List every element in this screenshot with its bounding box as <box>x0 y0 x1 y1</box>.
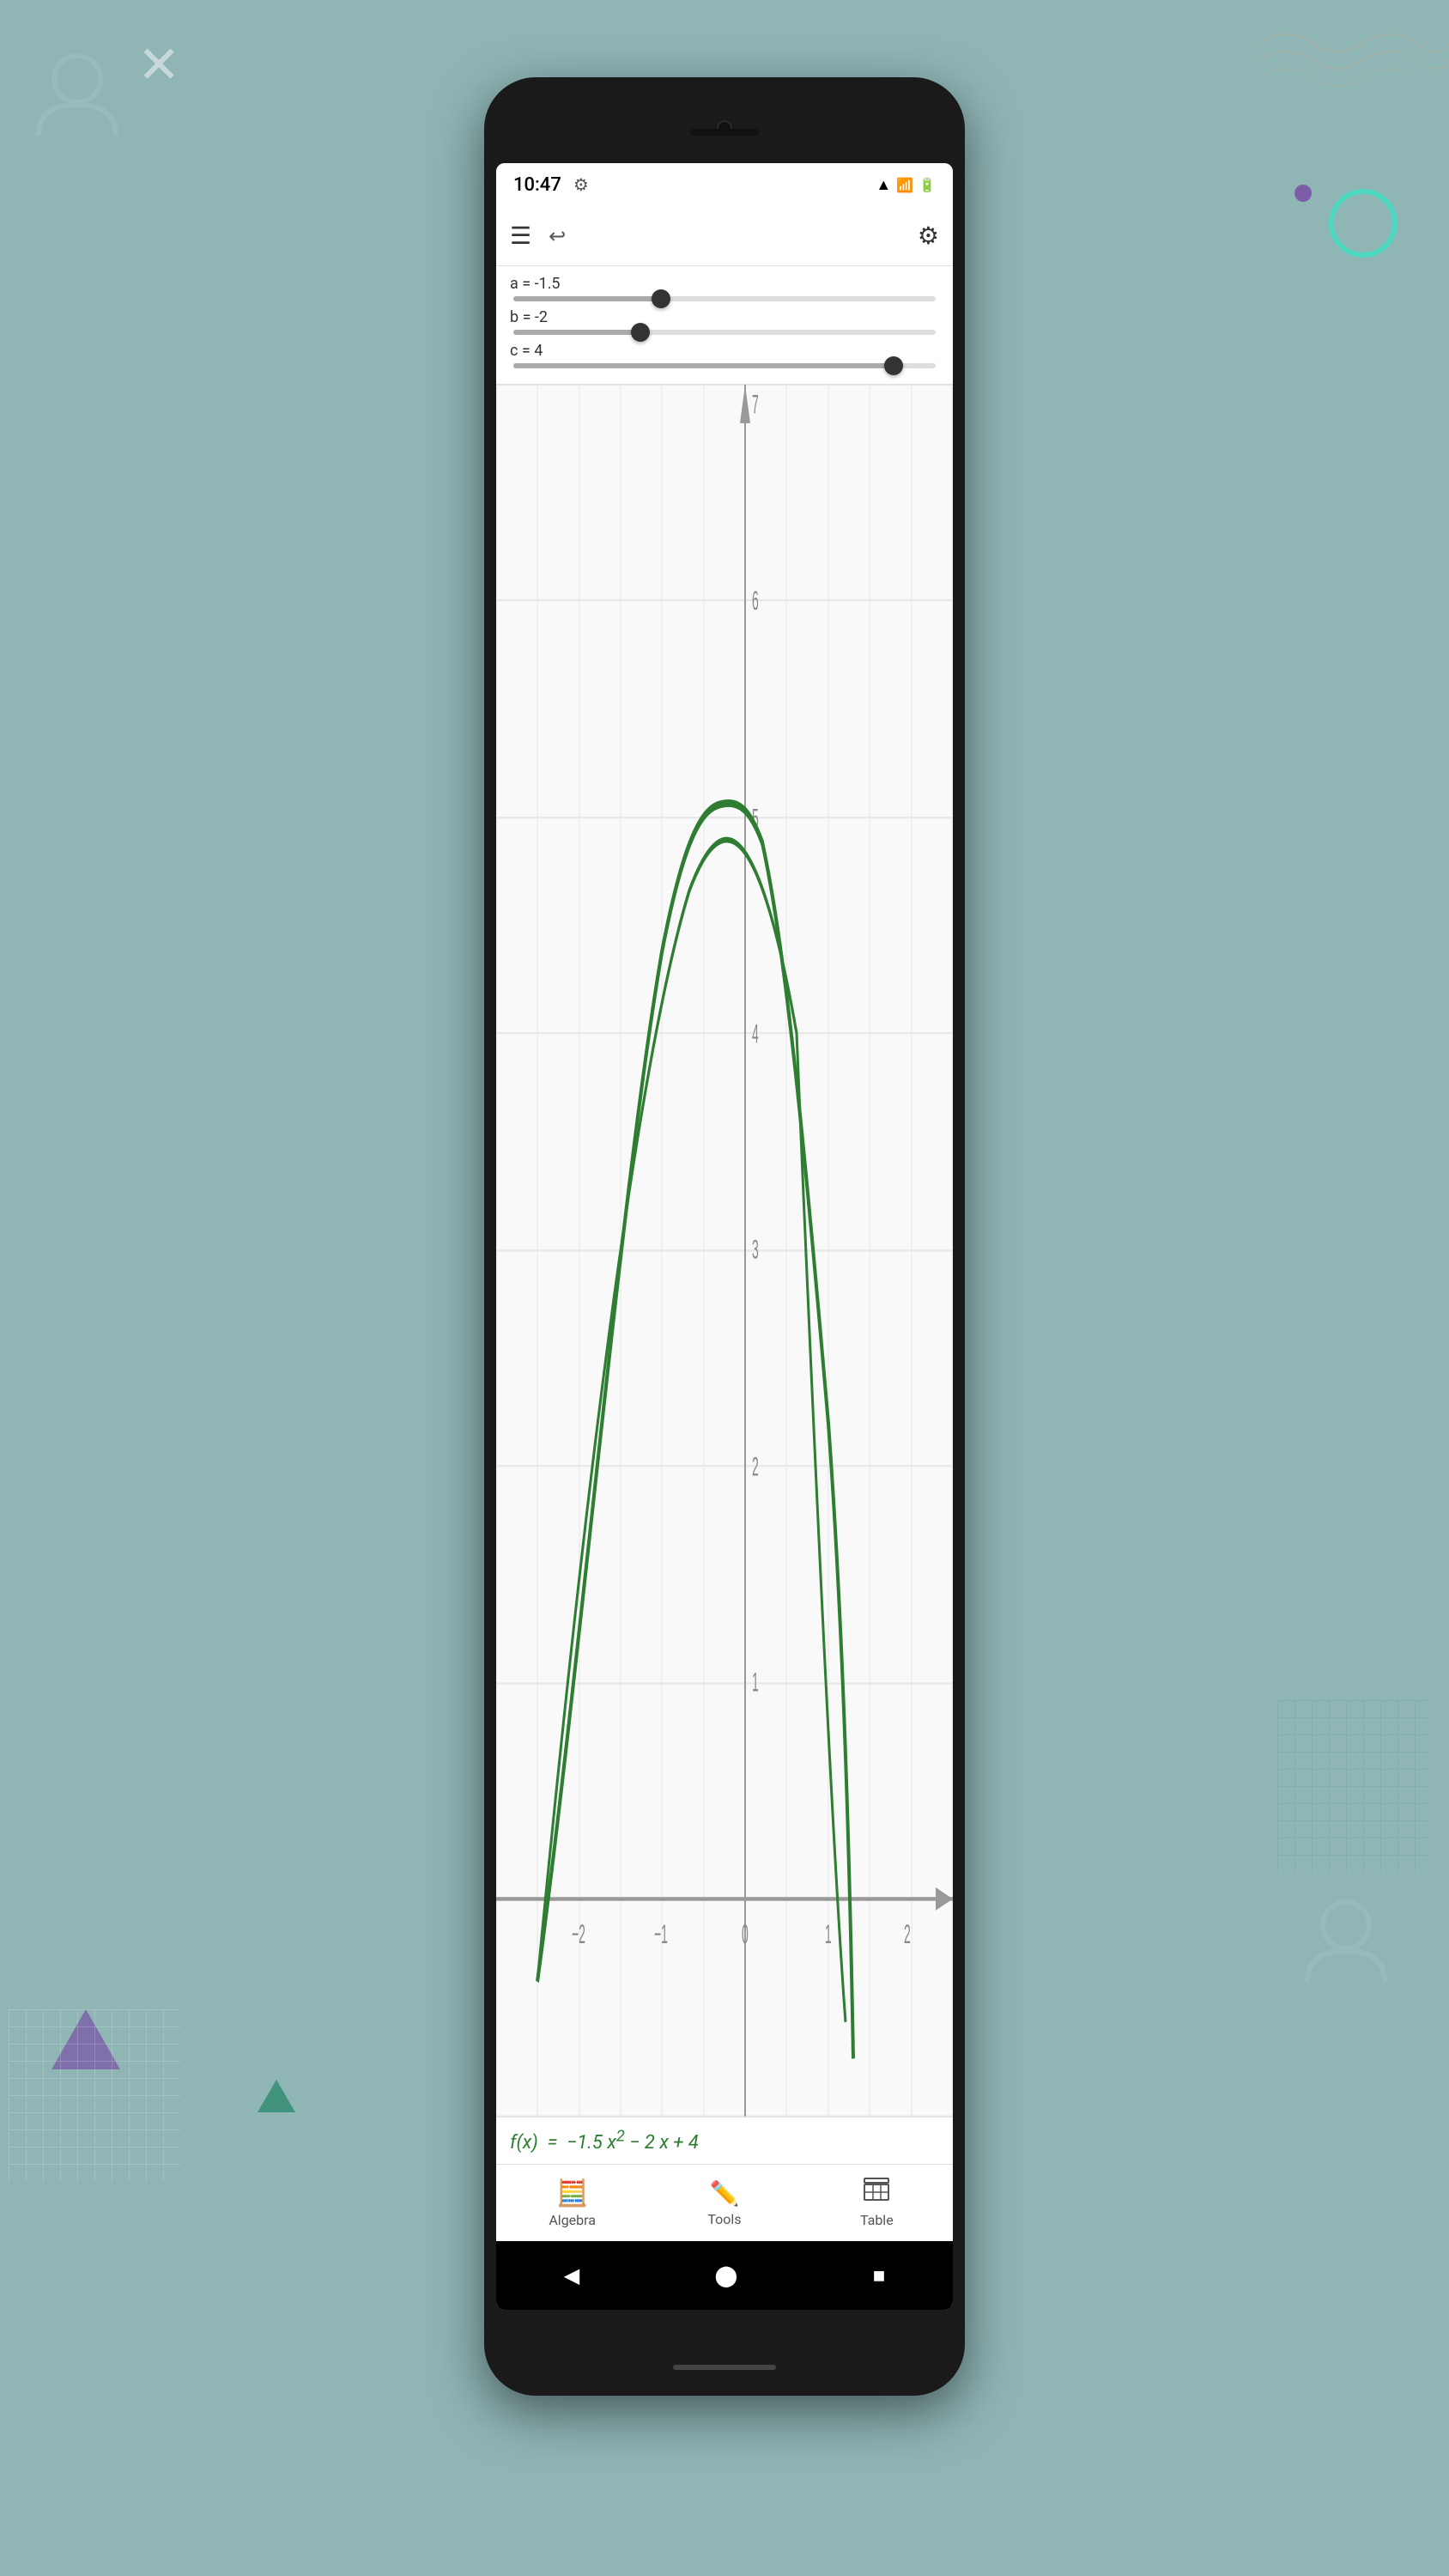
table-icon <box>864 2178 889 2208</box>
nav-label-algebra: Algebra <box>549 2212 596 2228</box>
nav-item-tools[interactable]: ✏️ Tools <box>648 2179 800 2227</box>
graph-svg: 7 6 5 4 3 2 1 −2 −1 0 1 2 <box>496 385 953 2117</box>
slider-a-fill <box>513 296 661 301</box>
status-icons: ▲ 📶 🔋 <box>876 176 936 194</box>
slider-c-fill <box>513 363 894 368</box>
svg-text:−2: −2 <box>572 1920 585 1950</box>
wifi-icon: ▲ <box>876 176 891 194</box>
bg-grid-bl <box>9 2009 180 2181</box>
svg-text:7: 7 <box>752 390 759 420</box>
svg-text:4: 4 <box>752 1019 759 1049</box>
nav-item-table[interactable]: Table <box>801 2178 953 2228</box>
bg-grid-br <box>1277 1700 1432 1872</box>
slider-b-label: b = -2 <box>510 308 939 326</box>
bg-triangle-purple <box>52 2009 120 2069</box>
gear-icon-toolbar[interactable]: ⚙ <box>918 222 939 250</box>
svg-text:2: 2 <box>752 1452 759 1482</box>
slider-a-row: a = -1.5 <box>510 275 939 301</box>
svg-text:6: 6 <box>752 586 759 617</box>
status-settings-icon: ⚙ <box>573 174 589 195</box>
nav-label-table: Table <box>860 2212 894 2228</box>
sliders-container: a = -1.5 b = -2 c = 4 <box>496 266 953 385</box>
status-bar: 10:47 ⚙ ▲ 📶 🔋 <box>496 163 953 206</box>
android-recent-button[interactable]: ■ <box>873 2263 886 2288</box>
bg-triangle-green <box>258 2080 295 2112</box>
calculator-icon: 🧮 <box>556 2178 588 2208</box>
slider-c-row: c = 4 <box>510 342 939 368</box>
phone-home-bar <box>673 2365 776 2370</box>
graph-area: 7 6 5 4 3 2 1 −2 −1 0 1 2 <box>496 385 953 2117</box>
nav-label-tools: Tools <box>707 2211 741 2227</box>
formula-text: f(x) = −1.5 x2 − 2 x + 4 <box>510 2132 699 2154</box>
bottom-nav: 🧮 Algebra ✏️ Tools <box>496 2164 953 2241</box>
bg-dot-tr <box>1294 185 1312 202</box>
nav-item-algebra[interactable]: 🧮 Algebra <box>496 2178 648 2228</box>
app-content: ☰ ↩ ⚙ a = -1.5 b = -2 <box>496 206 953 2241</box>
slider-b-thumb[interactable] <box>631 323 650 342</box>
slider-c-label: c = 4 <box>510 342 939 360</box>
slider-c-track[interactable] <box>513 363 936 368</box>
status-time: 10:47 <box>513 174 561 196</box>
tools-icon: ✏️ <box>710 2179 740 2208</box>
signal-icon: 📶 <box>896 177 913 193</box>
svg-text:2: 2 <box>904 1920 911 1950</box>
bg-circle-tr <box>1329 189 1397 258</box>
table-icon-svg <box>864 2178 889 2202</box>
slider-c-thumb[interactable] <box>884 356 903 375</box>
bg-user-icon-tl <box>26 43 129 146</box>
phone-frame: 10:47 ⚙ ▲ 📶 🔋 ☰ ↩ ⚙ <box>484 77 965 2396</box>
android-home-button[interactable]: ⬤ <box>715 2263 738 2287</box>
slider-a-label: a = -1.5 <box>510 275 939 293</box>
slider-b-track[interactable] <box>513 330 936 335</box>
hamburger-icon[interactable]: ☰ <box>510 222 531 250</box>
slider-a-track[interactable] <box>513 296 936 301</box>
bg-squiggle-tr <box>1260 9 1449 112</box>
bg-user-icon-br <box>1294 1889 1397 1992</box>
svg-text:3: 3 <box>752 1235 759 1265</box>
bg-close-decoration: ✕ <box>137 34 180 95</box>
toolbar-left: ☰ ↩ <box>510 222 566 250</box>
undo-icon[interactable]: ↩ <box>549 224 566 248</box>
android-nav-bar: ◀ ⬤ ■ <box>496 2241 953 2310</box>
formula-bar: f(x) = −1.5 x2 − 2 x + 4 <box>496 2117 953 2164</box>
slider-a-thumb[interactable] <box>652 289 670 308</box>
svg-text:1: 1 <box>752 1668 759 1698</box>
svg-text:−1: −1 <box>654 1920 668 1950</box>
svg-text:1: 1 <box>825 1920 832 1950</box>
battery-icon: 🔋 <box>919 177 936 193</box>
phone-screen: 10:47 ⚙ ▲ 📶 🔋 ☰ ↩ ⚙ <box>496 163 953 2310</box>
slider-b-fill <box>513 330 640 335</box>
toolbar: ☰ ↩ ⚙ <box>496 206 953 266</box>
slider-b-row: b = -2 <box>510 308 939 335</box>
phone-speaker <box>690 129 759 136</box>
android-back-button[interactable]: ◀ <box>564 2263 579 2287</box>
svg-text:0: 0 <box>742 1920 749 1950</box>
